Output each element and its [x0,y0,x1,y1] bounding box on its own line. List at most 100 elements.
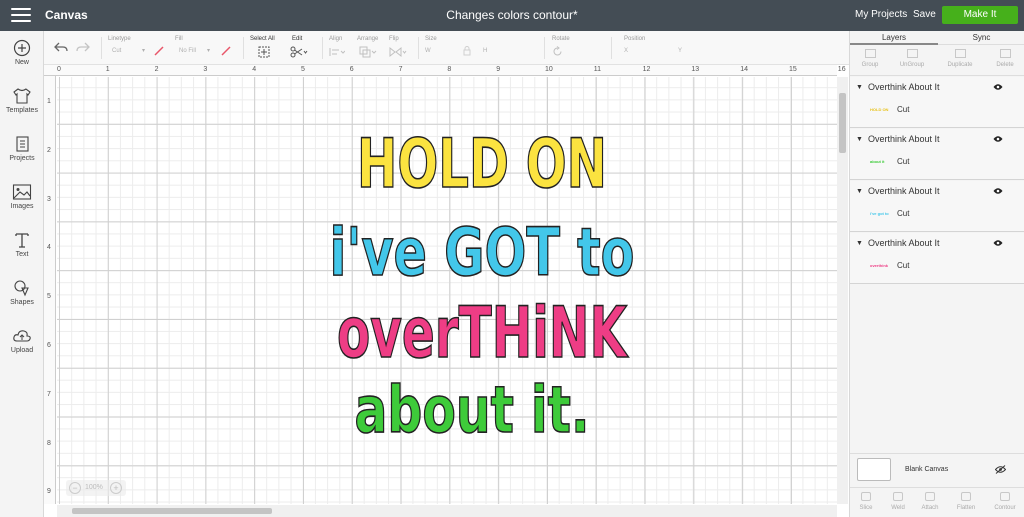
zoom-control: − 100% + [66,480,126,496]
make-it-button[interactable]: Make It [942,6,1018,24]
chevron-down-icon[interactable]: ▼ [856,136,863,143]
fill-label: Fill [175,36,183,42]
toolbar-divider [243,37,244,59]
flatten-button[interactable]: Flatten [951,492,981,511]
chevron-down-icon[interactable]: ▼ [856,240,863,247]
align-control[interactable]: Align [329,31,355,65]
tab-sync[interactable]: Sync [938,31,1024,45]
toolbar-divider [322,37,323,59]
my-projects-link[interactable]: My Projects [855,9,907,20]
tab-layers[interactable]: Layers [850,31,938,45]
layer-item[interactable]: ▼ Overthink About It overthink Cut [850,233,1024,284]
delete-button[interactable]: Delete [987,49,1023,68]
layer-item[interactable]: ▼ Overthink About It i've got to Cut [850,181,1024,232]
group-button[interactable]: Group [852,49,888,68]
sidebar-item-templates[interactable]: Templates [0,87,44,131]
layer-toolbar: Group UnGroup Duplicate Delete [850,46,1024,76]
ruler-tick-label: 7 [47,390,51,398]
chevron-down-icon[interactable]: ▼ [856,188,863,195]
slice-button[interactable]: Slice [851,492,881,511]
fill-value: No Fill [179,48,197,54]
arrange-label: Arrange [357,36,379,42]
linetype-control[interactable]: Linetype Cut ▾ [108,31,168,65]
hamburger-menu-icon[interactable] [11,8,31,23]
ungroup-label: UnGroup [899,62,925,68]
arrange-control[interactable]: Arrange [357,31,387,65]
horizontal-scroll-thumb[interactable] [72,508,272,514]
ruler-tick-label: 10 [545,66,553,73]
ruler-tick-label: 3 [203,66,208,73]
position-label: Position [624,36,646,42]
fill-control[interactable]: Fill No Fill ▾ [175,31,235,65]
eye-hidden-icon[interactable] [995,465,1006,474]
attach-button[interactable]: Attach [915,492,945,511]
arrange-icon [359,46,377,58]
rotate-control[interactable]: Rotate [552,31,604,65]
undo-icon[interactable] [54,41,68,53]
linetype-color-swatch-icon[interactable] [154,46,164,56]
x-field-label: X [624,48,629,54]
vertical-scroll-thumb[interactable] [839,93,846,153]
ungroup-button[interactable]: UnGroup [894,49,930,68]
sidebar-item-images[interactable]: Images [0,183,44,227]
ruler-tick-label: 0 [57,66,61,73]
flatten-icon [961,492,971,501]
layer-item[interactable]: ▼ Overthink About It about it Cut [850,129,1024,180]
blank-canvas-label: Blank Canvas [905,466,949,473]
sidebar-item-text[interactable]: Text [0,231,44,275]
group-icon [864,49,876,58]
blank-canvas-swatch[interactable] [857,458,891,481]
sidebar-item-shapes[interactable]: Shapes [0,279,44,323]
save-button[interactable]: Save [913,9,936,20]
select-all-button[interactable]: Select All [250,31,286,65]
artwork-overthink-about-it[interactable]: HOLD ON i've GOT to overTHiNK about it. [322,107,642,457]
duplicate-button[interactable]: Duplicate [942,49,978,68]
layers-panel: Layers Sync Group UnGroup Duplicate Dele… [849,31,1024,517]
left-sidebar: New Templates Projects Images Text Shape… [0,31,44,517]
sidebar-item-projects[interactable]: Projects [0,135,44,179]
flip-label: Flip [389,36,399,42]
rotate-label: Rotate [552,36,570,42]
chevron-down-icon[interactable]: ▼ [856,84,863,91]
panel-tabs: Layers Sync [850,31,1024,45]
eye-icon[interactable] [993,239,1003,247]
vertical-scrollbar[interactable] [837,77,848,504]
edit-button[interactable]: Edit [290,31,320,65]
toolbar-divider [544,37,545,59]
redo-icon[interactable] [76,41,90,53]
eye-icon[interactable] [993,187,1003,195]
ruler-tick-label: 11 [593,66,602,73]
ruler-tick-label: 9 [47,488,51,496]
zoom-out-button[interactable]: − [69,482,81,494]
contour-button[interactable]: Contour [990,492,1020,511]
horizontal-scrollbar[interactable] [57,505,837,517]
sidebar-item-upload[interactable]: Upload [0,327,44,371]
layer-thumbnail: about it [870,159,885,164]
fill-color-swatch-icon[interactable] [221,46,231,56]
position-control[interactable]: Position X Y [624,31,734,65]
design-canvas[interactable]: HOLD ON i've GOT to overTHiNK about it. [57,77,837,504]
layer-thumbnail: HOLD ON [870,107,889,112]
eye-icon[interactable] [993,83,1003,91]
artwork-line-ive-got-to: i've GOT to [330,214,635,291]
layer-thumbnail: overthink [870,263,889,268]
sidebar-item-label: New [14,59,29,66]
eye-icon[interactable] [993,135,1003,143]
layer-operation: Cut [897,261,910,270]
zoom-in-button[interactable]: + [110,482,122,494]
layer-name: Overthink About It [868,186,940,196]
size-control[interactable]: Size W H [425,31,535,65]
flip-control[interactable]: Flip [389,31,413,65]
align-label: Align [329,36,343,42]
size-label: Size [425,36,437,42]
ruler-tick-label: 6 [349,66,354,73]
layer-operation: Cut [897,157,910,166]
chevron-down-icon: ▾ [142,48,146,54]
y-field-label: Y [678,48,683,54]
text-icon [15,233,29,248]
weld-button[interactable]: Weld [883,492,913,511]
lock-icon[interactable] [463,46,471,56]
sidebar-item-new[interactable]: New [0,39,44,83]
layer-item[interactable]: ▼ Overthink About It HOLD ON Cut [850,77,1024,128]
align-icon [329,48,345,56]
